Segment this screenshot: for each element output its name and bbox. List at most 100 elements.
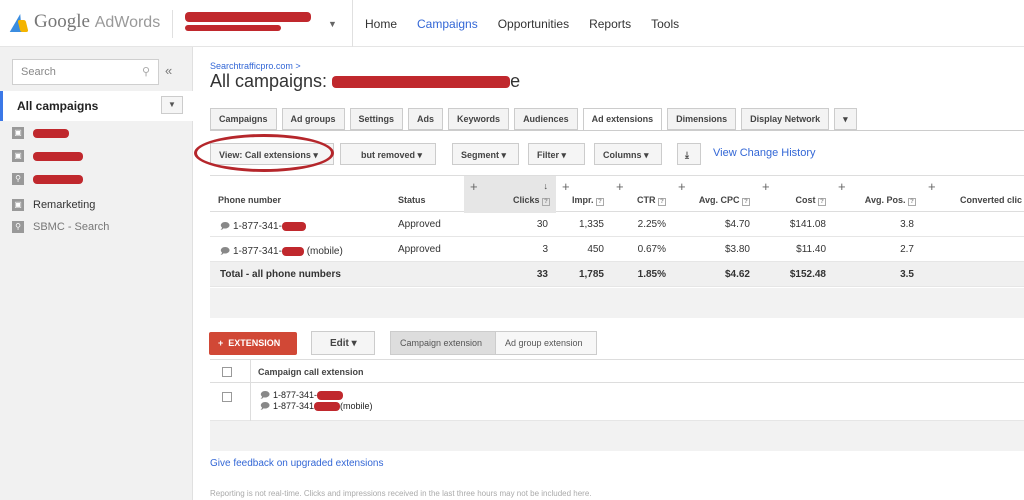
columns-button[interactable]: Columns ▾ [594, 143, 662, 165]
extensions-table-header: Campaign call extension [210, 359, 1024, 384]
sidebar-item-label: SBMC - Search [33, 221, 110, 233]
clicks-value: 3 [542, 244, 548, 255]
add-column-icon: + [762, 179, 770, 194]
edit-button[interactable]: Edit ▾ [311, 331, 375, 355]
col-avg-pos[interactable]: + Avg. Pos. ? [832, 176, 922, 213]
adwords-logo[interactable]: Google AdWords [12, 11, 160, 33]
col-status[interactable]: Status [390, 176, 464, 213]
tab-keywords[interactable]: Keywords [448, 108, 510, 130]
col-cost[interactable]: + Cost ? [756, 176, 832, 213]
avg-pos-value: 3.8 [900, 219, 914, 230]
col-impressions[interactable]: + Impr. ? [556, 176, 610, 213]
sidebar-item-campaign[interactable]: ▣ [12, 148, 83, 164]
sidebar-item-sbmc-search[interactable]: ⚲ SBMC - Search [12, 219, 109, 235]
redacted-phone-digits [317, 391, 344, 401]
download-button[interactable]: ⤓ [677, 143, 701, 165]
help-icon[interactable]: ? [908, 198, 916, 206]
page-title: All campaigns: e [210, 71, 520, 92]
adwords-logo-icon [12, 12, 28, 32]
collapse-sidebar-icon[interactable]: « [165, 63, 172, 78]
extension-phone: 1-877-341- [273, 390, 318, 400]
sidebar-item-all-campaigns[interactable]: All campaigns ▼ [0, 91, 193, 121]
chevron-down-icon: ▼ [328, 19, 337, 29]
search-icon: ⚲ [141, 66, 150, 78]
sidebar-item-remarketing[interactable]: ▣ Remarketing [12, 197, 95, 213]
stats-table: Phone number Status + ↓ Clicks ? + Impr. ? … [210, 175, 1024, 287]
help-icon[interactable]: ? [818, 198, 826, 206]
chevron-down-icon: ▾ [501, 150, 507, 160]
tab-ads[interactable]: Ads [408, 108, 444, 130]
campaign-extension-toggle[interactable]: Campaign extension [390, 331, 496, 355]
page-title-text: All campaigns: [210, 71, 328, 91]
cost-value: $11.40 [796, 244, 826, 255]
tab-audiences[interactable]: Audiences [514, 108, 578, 130]
col-avg-cpc[interactable]: + Avg. CPC ? [672, 176, 756, 213]
extension-row[interactable]: 🗩 1-877-341- 🗩 1-877-341 (mobile) [210, 383, 1024, 421]
segment-button[interactable]: Segment ▾ [452, 143, 519, 165]
sidebar-item-campaign[interactable]: ⚲ [12, 171, 83, 187]
feedback-link[interactable]: Give feedback on upgraded extensions [210, 458, 383, 469]
search-placeholder: Search [21, 66, 56, 78]
avg-cpc-value: $4.70 [724, 219, 750, 230]
table-header: Phone number Status + ↓ Clicks ? + Impr. ? … [210, 175, 1024, 213]
reporting-disclaimer: Reporting is not real-time. Clicks and i… [210, 489, 592, 498]
tab-ad-groups[interactable]: Ad groups [281, 108, 345, 130]
search-input[interactable]: Search ⚲ [12, 59, 159, 85]
help-icon[interactable]: ? [658, 198, 666, 206]
col-ctr[interactable]: + CTR ? [610, 176, 672, 213]
call-bubble-icon: 🗩 [260, 401, 270, 411]
nav-campaigns[interactable]: Campaigns [417, 17, 478, 31]
help-icon[interactable]: ? [542, 198, 550, 206]
tab-bar: Campaigns Ad groups Settings Ads Keyword… [210, 108, 862, 131]
tab-settings[interactable]: Settings [349, 108, 404, 130]
breadcrumb[interactable]: Searchtrafficpro.com > [210, 61, 301, 71]
help-icon[interactable]: ? [596, 198, 604, 206]
filter-button[interactable]: Filter ▾ [528, 143, 585, 165]
nav-opportunities[interactable]: Opportunities [498, 17, 569, 31]
total-label: Total - all phone numbers [220, 269, 341, 280]
sidebar-item-campaign[interactable]: ▣ [12, 125, 69, 141]
total-impressions: 1,785 [578, 269, 604, 280]
nav-home[interactable]: Home [365, 17, 397, 31]
total-avg-pos: 3.5 [900, 269, 914, 280]
redacted-account-name [185, 12, 311, 22]
col-converted-clicks[interactable]: + Converted clic [922, 176, 1024, 213]
tab-campaigns[interactable]: Campaigns [210, 108, 277, 130]
help-icon[interactable]: ? [742, 198, 750, 206]
table-row[interactable]: 🗩 1-877-341- Approved 30 1,335 2.25% $4.7… [210, 212, 1024, 237]
tab-ad-extensions[interactable]: Ad extensions [582, 108, 663, 131]
table-row[interactable]: 🗩 1-877-341- (mobile) Approved 3 450 0.67… [210, 237, 1024, 262]
add-extension-button[interactable]: + EXTENSION [209, 332, 297, 355]
view-change-history-link[interactable]: View Change History [713, 147, 816, 159]
ad-group-extension-toggle[interactable]: Ad group extension [495, 331, 597, 355]
status-filter-dropdown[interactable]: but removed ▾ [340, 143, 436, 165]
chevron-down-icon: ▾ [644, 150, 649, 160]
total-cost: $152.48 [789, 269, 826, 280]
nav-reports[interactable]: Reports [589, 17, 631, 31]
display-icon: ▣ [12, 199, 24, 211]
impressions-value: 1,335 [578, 219, 604, 230]
col-phone-number[interactable]: Phone number [210, 176, 390, 213]
more-tabs-button[interactable]: ▾ [834, 108, 857, 130]
select-all-checkbox[interactable] [222, 367, 232, 377]
account-selector[interactable]: ▼ [172, 10, 342, 38]
redacted-campaign-name [33, 128, 69, 138]
search-network-icon: ⚲ [12, 173, 24, 185]
chevron-down-icon[interactable]: ▼ [161, 96, 183, 114]
logo-adwords-text: AdWords [94, 14, 161, 31]
mobile-tag: (mobile) [306, 246, 343, 257]
redacted-account-id [185, 25, 281, 31]
status-value: Approved [398, 219, 441, 230]
nav-tools[interactable]: Tools [651, 17, 679, 31]
page-title-suffix: e [510, 71, 521, 91]
tab-display-network[interactable]: Display Network [741, 108, 830, 130]
col-clicks[interactable]: + ↓ Clicks ? [464, 176, 556, 213]
download-icon: ⤓ [685, 150, 689, 160]
campaign-call-extension-header: Campaign call extension [258, 367, 364, 377]
tab-dimensions[interactable]: Dimensions [667, 108, 737, 130]
call-bubble-icon: 🗩 [220, 246, 230, 256]
chevron-down-icon: ▾ [843, 114, 848, 124]
phone-number: 1-877-341- [233, 221, 282, 232]
row-checkbox[interactable] [222, 392, 232, 402]
chevron-down-icon: ▾ [561, 150, 567, 160]
